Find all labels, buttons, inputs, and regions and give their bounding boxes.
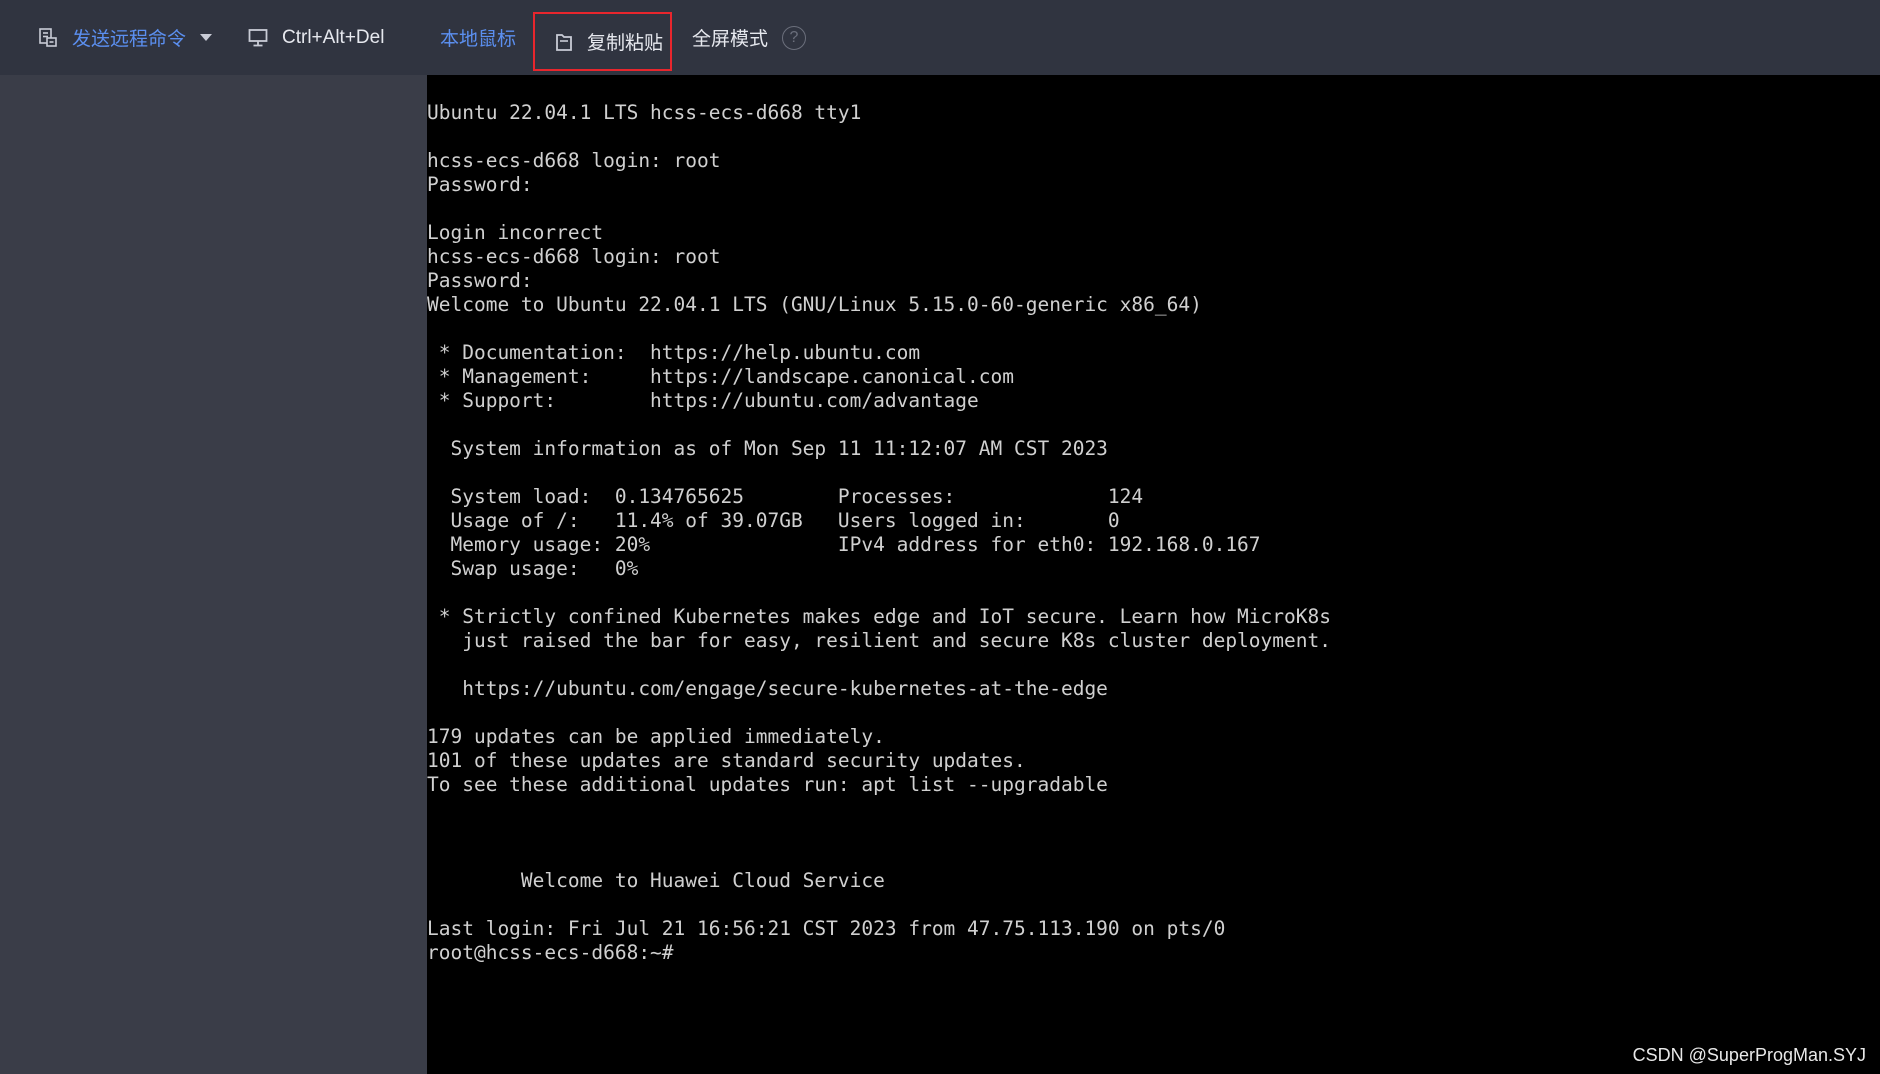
fullscreen-button[interactable]: 全屏模式	[692, 0, 768, 75]
watermark: CSDN @SuperProgMan.SYJ	[1632, 1045, 1866, 1065]
local-mouse-button[interactable]: 本地鼠标	[440, 0, 516, 75]
send-remote-command-label: 发送远程命令	[72, 29, 187, 50]
help-icon[interactable]: ?	[782, 26, 806, 50]
copy-paste-button[interactable]: 复制粘贴	[533, 12, 672, 71]
terminal-line: Password:	[427, 173, 533, 196]
terminal-line: * Support: https://ubuntu.com/advantage	[427, 389, 979, 412]
terminal-line: To see these additional updates run: apt…	[427, 773, 1108, 796]
clipboard-icon	[555, 32, 573, 52]
monitor-icon	[248, 28, 268, 48]
terminal-line: 179 updates can be applied immediately.	[427, 725, 885, 748]
terminal-line: * Documentation: https://help.ubuntu.com	[427, 341, 921, 364]
terminal-line: Swap usage: 0%	[427, 557, 639, 580]
terminal-line: root@hcss-ecs-d668:~#	[427, 941, 674, 964]
terminal-line: * Strictly confined Kubernetes makes edg…	[427, 605, 1331, 628]
send-remote-command-button[interactable]: 发送远程命令	[38, 0, 213, 75]
terminal-line: hcss-ecs-d668 login: root	[427, 149, 721, 172]
terminal-line: 101 of these updates are standard securi…	[427, 749, 1026, 772]
terminal-line: System load: 0.134765625 Processes: 124	[427, 485, 1144, 508]
terminal-line: hcss-ecs-d668 login: root	[427, 245, 721, 268]
copy-paste-label: 复制粘贴	[587, 33, 664, 54]
ctrl-alt-del-label: Ctrl+Alt+Del	[282, 26, 385, 48]
terminal-line: * Management: https://landscape.canonica…	[427, 365, 1014, 388]
terminal-line: just raised the bar for easy, resilient …	[427, 629, 1331, 652]
terminal-line: Ubuntu 22.04.1 LTS hcss-ecs-d668 tty1	[427, 101, 862, 124]
left-panel	[0, 75, 427, 1074]
ctrl-alt-del-button[interactable]: Ctrl+Alt+Del	[248, 0, 384, 75]
local-mouse-label: 本地鼠标	[440, 29, 517, 50]
remote-console-terminal[interactable]: Ubuntu 22.04.1 LTS hcss-ecs-d668 tty1 hcs…	[427, 75, 1880, 1074]
terminal-line: Welcome to Huawei Cloud Service	[427, 869, 885, 892]
command-list-icon	[38, 27, 58, 48]
terminal-line: System information as of Mon Sep 11 11:1…	[427, 437, 1108, 460]
chevron-down-icon	[200, 33, 213, 42]
fullscreen-label: 全屏模式	[692, 29, 769, 50]
terminal-line: Login incorrect	[427, 221, 604, 244]
terminal-line: Password:	[427, 269, 533, 292]
console-toolbar: 发送远程命令 Ctrl+Alt+Del 本地鼠标 复制粘贴 全屏模式 ?	[0, 0, 1880, 75]
terminal-line: Last login: Fri Jul 21 16:56:21 CST 2023…	[427, 917, 1226, 940]
terminal-line: Memory usage: 20% IPv4 address for eth0:…	[427, 533, 1261, 556]
terminal-line: https://ubuntu.com/engage/secure-kuberne…	[427, 677, 1108, 700]
terminal-output: Ubuntu 22.04.1 LTS hcss-ecs-d668 tty1 hcs…	[427, 101, 1331, 965]
terminal-line: Welcome to Ubuntu 22.04.1 LTS (GNU/Linux…	[427, 293, 1202, 316]
terminal-line: Usage of /: 11.4% of 39.07GB Users logge…	[427, 509, 1120, 532]
